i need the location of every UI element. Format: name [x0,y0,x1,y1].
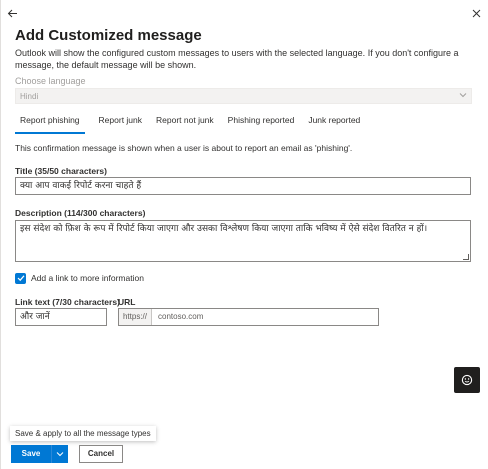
checkmark-icon [17,275,24,282]
confirmation-text: This confirmation message is shown when … [15,143,353,153]
tab-report-phishing[interactable]: Report phishing [15,112,85,134]
tab-report-not-junk[interactable]: Report not junk [156,112,214,134]
feedback-button[interactable] [454,367,480,393]
close-icon [472,9,480,17]
panel-title: Add Customized message [15,27,202,44]
url-input[interactable]: contoso.com [152,309,378,325]
language-select-value: Hindi [20,92,39,101]
chevron-down-icon [459,91,467,101]
language-select[interactable]: Hindi [15,88,472,104]
title-input[interactable]: क्या आप वाकई रिपोर्ट करना चाहते हैं [15,177,471,195]
save-options-button[interactable] [51,445,68,463]
close-button[interactable] [468,5,484,21]
save-tooltip: Save & apply to all the message types [10,426,156,441]
message-type-tabs: Report phishing Report junk Report not j… [15,112,374,134]
link-checkbox-label: Add a link to more information [31,273,144,283]
cancel-button[interactable]: Cancel [79,445,123,463]
panel-description: Outlook will show the configured custom … [15,48,459,70]
title-field-label: Title (35/50 characters) [15,166,107,176]
resize-handle[interactable] [463,254,469,260]
url-field: https:// contoso.com [118,308,379,326]
tab-phishing-reported[interactable]: Phishing reported [228,112,295,134]
link-checkbox-row: Add a link to more information [15,272,144,284]
description-text: इस संदेश को फ़िश के रूप में रिपोर्ट किया… [20,224,428,234]
link-text-input[interactable]: और जानें [15,308,107,326]
tab-junk-reported[interactable]: Junk reported [308,112,360,134]
description-textarea[interactable]: इस संदेश को फ़िश के रूप में रिपोर्ट किया… [15,220,471,262]
link-text-label: Link text (7/30 characters) [15,297,120,307]
save-split-button: Save [11,445,68,463]
save-button[interactable]: Save [11,445,51,463]
url-prefix: https:// [119,309,152,325]
chevron-down-icon [56,452,64,457]
arrow-left-icon [7,9,17,17]
language-label: Choose language [15,76,86,86]
back-button[interactable] [4,5,20,21]
customized-message-panel: Add Customized message Outlook will show… [0,0,488,469]
feedback-smiley-icon [461,374,473,386]
link-checkbox[interactable] [15,272,26,284]
url-label: URL [118,297,136,307]
tab-report-junk[interactable]: Report junk [99,112,142,134]
description-field-label: Description (114/300 characters) [15,208,146,218]
